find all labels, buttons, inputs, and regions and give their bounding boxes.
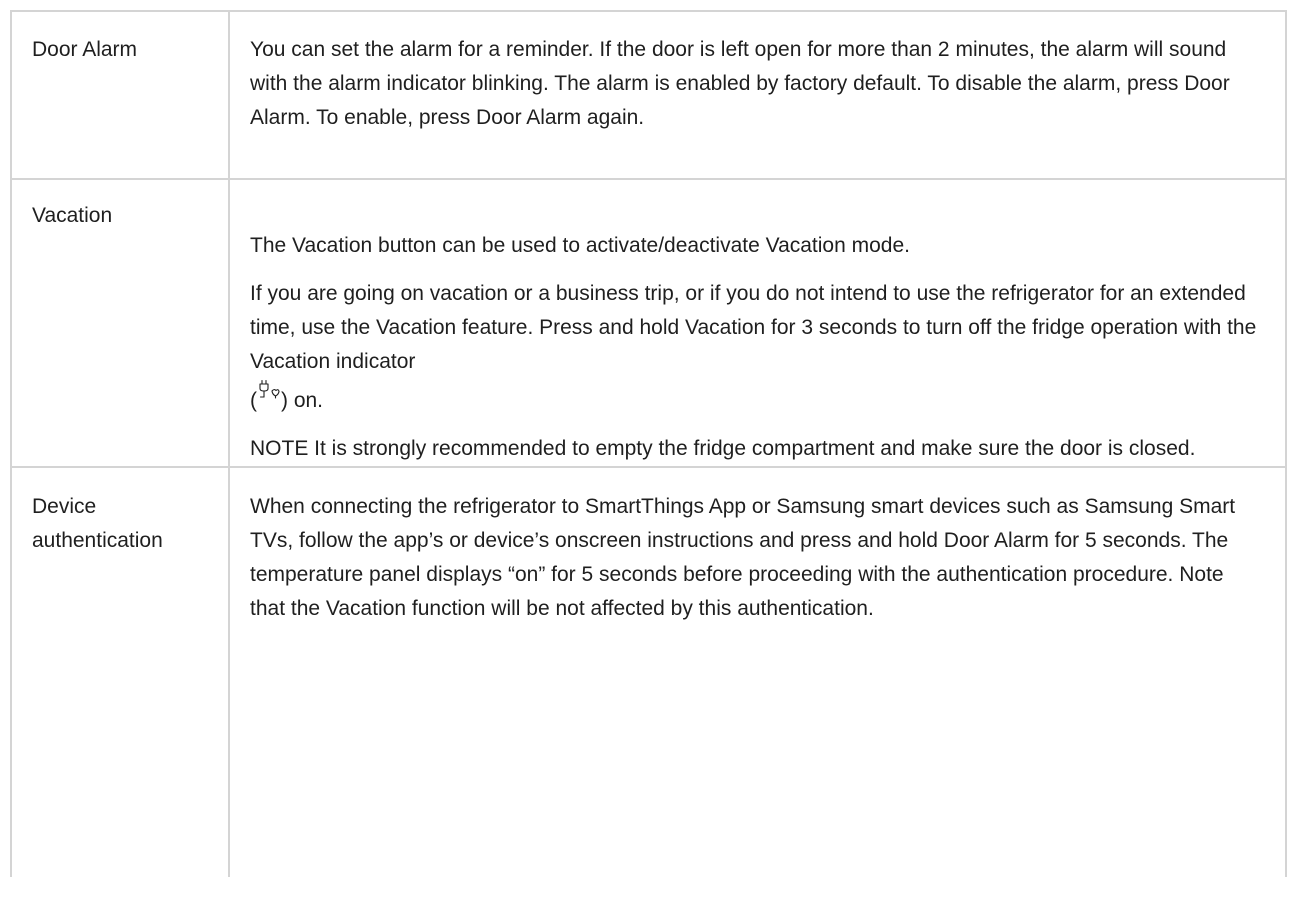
row-label-door-alarm: Door Alarm bbox=[10, 10, 230, 180]
table-row-device-authentication: Device authentication When connecting the… bbox=[10, 466, 1287, 877]
row-label-vacation: Vacation bbox=[10, 178, 230, 468]
table-row-door-alarm: Door Alarm You can set the alarm for a r… bbox=[10, 10, 1287, 180]
paragraph-text: If you are going on vacation or a busine… bbox=[250, 282, 1257, 373]
note-paragraph: NOTE It is strongly recommended to empty… bbox=[250, 437, 1196, 460]
table-row-vacation: Vacation The Vacation button can be used… bbox=[10, 178, 1287, 468]
indicator-close-paren: ) on. bbox=[281, 389, 324, 412]
row-description-device-authentication: When connecting the refrigerator to Smar… bbox=[228, 466, 1287, 877]
row-label-device-authentication: Device authentication bbox=[10, 466, 230, 877]
indicator-open-paren: ( bbox=[250, 389, 257, 412]
row-description-door-alarm: You can set the alarm for a reminder. If… bbox=[228, 10, 1287, 180]
description-paragraph: You can set the alarm for a reminder. If… bbox=[250, 38, 1230, 129]
vacation-plug-leaf-icon bbox=[259, 379, 280, 399]
feature-table: Door Alarm You can set the alarm for a r… bbox=[10, 10, 1287, 877]
row-description-vacation: The Vacation button can be used to activ… bbox=[228, 178, 1287, 468]
description-paragraph: When connecting the refrigerator to Smar… bbox=[250, 495, 1236, 620]
row-label-line: Device bbox=[32, 495, 97, 518]
row-label-line: authentication bbox=[32, 529, 163, 552]
description-paragraph: If you are going on vacation or a busine… bbox=[250, 277, 1263, 418]
description-paragraph: The Vacation button can be used to activ… bbox=[250, 234, 910, 257]
